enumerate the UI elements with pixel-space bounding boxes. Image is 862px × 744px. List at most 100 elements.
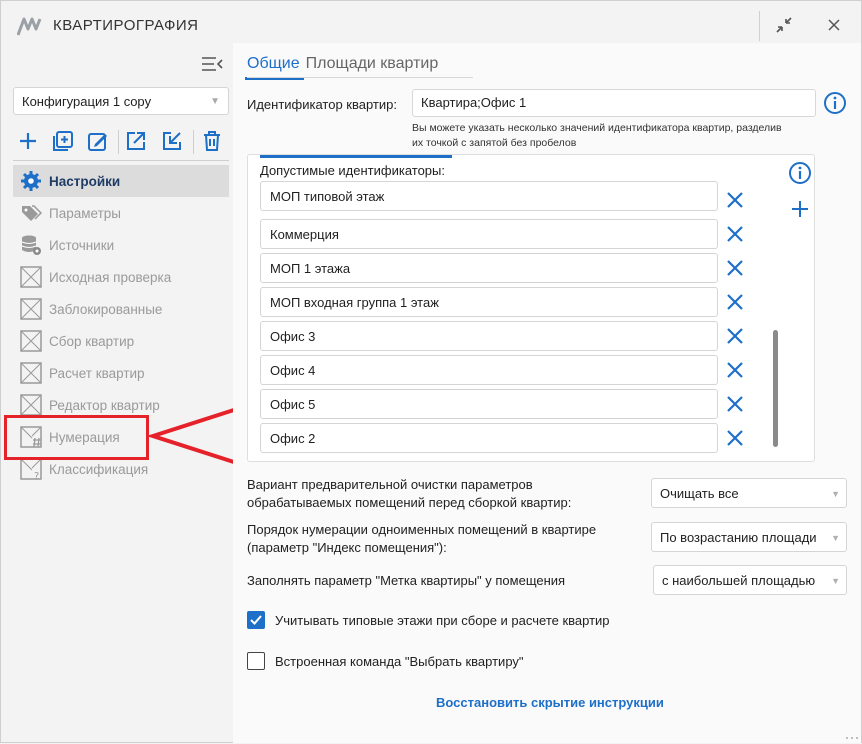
- delete-x-icon[interactable]: [725, 292, 745, 312]
- app-window: КВАРТИРОГРАФИЯ Конфигурация 1 copy ▼ Нас…: [0, 0, 862, 743]
- gear-icon: [19, 169, 43, 193]
- edit-icon[interactable]: [85, 128, 111, 154]
- sidebar-item-blocked[interactable]: Заблокированные: [13, 293, 229, 325]
- resize-grip-icon[interactable]: [845, 735, 859, 741]
- numbering-label: Порядок нумерации одноименных помещений …: [247, 521, 596, 557]
- app-title: КВАРТИРОГРАФИЯ: [53, 17, 199, 34]
- sidebar-item-settings[interactable]: Настройки: [13, 165, 229, 197]
- checkmark-icon: [250, 615, 262, 625]
- highlight-box: [4, 415, 149, 460]
- sidebar-item-gather[interactable]: Сбор квартир: [13, 325, 229, 357]
- sidebar: Конфигурация 1 copy ▼ Настройки Параметр…: [1, 49, 233, 744]
- numbering-select-value: По возрастанию площади: [660, 530, 817, 545]
- allowed-id-field[interactable]: МОП 1 этажа: [260, 253, 718, 283]
- mark-select-value: с наибольшей площадью: [662, 573, 816, 588]
- svg-text:?: ?: [34, 471, 39, 480]
- sidebar-item-label: Исходная проверка: [49, 269, 172, 285]
- list-item: Офис 4: [260, 355, 743, 385]
- numbering-select[interactable]: По возрастанию площади ▼: [651, 522, 847, 552]
- nav-separator: [13, 160, 229, 161]
- delete-x-icon[interactable]: [725, 394, 745, 414]
- sidebar-item-label: Источники: [49, 237, 115, 253]
- allowed-id-field[interactable]: Офис 2: [260, 423, 718, 453]
- sidebar-item-initial-check[interactable]: Исходная проверка: [13, 261, 229, 293]
- delete-icon[interactable]: [199, 128, 225, 154]
- sidebar-item-calc[interactable]: Расчет квартир: [13, 357, 229, 389]
- delete-x-icon[interactable]: [725, 326, 745, 346]
- chevron-down-icon: ▼: [831, 533, 840, 543]
- config-select[interactable]: Конфигурация 1 copy ▼: [13, 87, 229, 115]
- identifier-hint: Вы можете указать несколько значений иде…: [412, 121, 782, 151]
- mark-select[interactable]: с наибольшей площадью ▼: [653, 565, 847, 595]
- list-item: Коммерция: [260, 219, 743, 249]
- delete-x-icon[interactable]: [725, 224, 745, 244]
- cleanup-label-line1: Вариант предварительной очистки параметр…: [247, 477, 533, 492]
- question-square-icon: ?: [19, 457, 43, 481]
- sidebar-item-sources[interactable]: Источники: [13, 229, 229, 261]
- cleanup-select-value: Очищать все: [660, 486, 739, 501]
- allowed-id-field[interactable]: Офис 3: [260, 321, 718, 351]
- typical-floors-label: Учитывать типовые этажи при сборе и расч…: [275, 613, 610, 628]
- info-icon[interactable]: [788, 161, 812, 185]
- cleanup-select[interactable]: Очищать все ▼: [651, 478, 847, 508]
- database-icon: [19, 233, 43, 257]
- numbering-label-line2: (параметр "Индекс помещения"):: [247, 540, 447, 555]
- sidebar-item-label: Классификация: [49, 461, 149, 477]
- panel-accent: [260, 155, 452, 158]
- config-select-value: Конфигурация 1 copy: [22, 94, 152, 109]
- add-copy-icon[interactable]: [50, 128, 76, 154]
- delete-x-icon[interactable]: [725, 360, 745, 380]
- identifier-label: Идентификатор квартир:: [247, 97, 397, 112]
- chevron-down-icon: ▼: [831, 489, 840, 499]
- allowed-id-field[interactable]: Офис 4: [260, 355, 718, 385]
- allowed-id-field[interactable]: Коммерция: [260, 219, 718, 249]
- chevron-down-icon: ▼: [831, 576, 840, 586]
- allowed-id-field[interactable]: МОП входная группа 1 этаж: [260, 287, 718, 317]
- numbering-label-line1: Порядок нумерации одноименных помещений …: [247, 522, 597, 537]
- sidebar-item-label: Заблокированные: [49, 301, 163, 317]
- identifier-field[interactable]: Квартира;Офис 1: [412, 89, 816, 117]
- info-icon[interactable]: [823, 91, 847, 115]
- cleanup-label-line2: обрабатываемых помещений перед сборкой к…: [247, 495, 572, 510]
- minimize-arrows-icon[interactable]: [772, 13, 796, 37]
- toolbar-separator: [118, 130, 119, 154]
- builtin-command-label: Встроенная команда "Выбрать квартиру": [275, 654, 524, 669]
- check-square-icon: [19, 265, 43, 289]
- mark-label: Заполнять параметр "Метка квартиры" у по…: [247, 573, 566, 588]
- allowed-ids-panel: Допустимые идентификаторы: МОП типовой э…: [247, 154, 815, 462]
- close-icon[interactable]: [822, 13, 846, 37]
- sidebar-item-label: Расчет квартир: [49, 365, 145, 381]
- delete-x-icon[interactable]: [725, 258, 745, 278]
- list-item: МОП входная группа 1 этаж: [260, 287, 743, 317]
- title-separator: [759, 11, 760, 41]
- collapse-menu-icon[interactable]: [200, 54, 224, 74]
- typical-floors-checkbox[interactable]: [247, 611, 265, 629]
- add-icon[interactable]: [790, 199, 810, 219]
- list-item: Офис 3: [260, 321, 743, 351]
- add-icon[interactable]: [15, 128, 41, 154]
- scrollbar-thumb[interactable]: [773, 330, 778, 447]
- main-content: Общие Площади квартир Идентификатор квар…: [233, 43, 861, 743]
- delete-x-icon[interactable]: [725, 190, 745, 210]
- list-item: МОП 1 этажа: [260, 253, 743, 283]
- calc-square-icon: [19, 361, 43, 385]
- edit-square-icon: [19, 393, 43, 417]
- sidebar-item-label: Сбор квартир: [49, 333, 135, 349]
- list-item: МОП типовой этаж: [260, 181, 743, 215]
- allowed-id-field[interactable]: МОП типовой этаж: [260, 181, 718, 211]
- chevron-down-icon: ▼: [210, 96, 220, 107]
- cleanup-label: Вариант предварительной очистки параметр…: [247, 476, 571, 512]
- config-toolbar: [15, 128, 229, 156]
- allowed-id-field[interactable]: Офис 5: [260, 389, 718, 419]
- sidebar-item-parameters[interactable]: Параметры: [13, 197, 229, 229]
- toolbar-separator: [193, 130, 194, 154]
- delete-x-icon[interactable]: [725, 428, 745, 448]
- import-icon[interactable]: [159, 128, 185, 154]
- tab-underline: [247, 77, 473, 78]
- list-item: Офис 5: [260, 389, 743, 419]
- export-icon[interactable]: [123, 128, 149, 154]
- restore-instructions-link[interactable]: Восстановить скрытие инструкции: [436, 695, 664, 710]
- lock-square-icon: [19, 297, 43, 321]
- list-item: Офис 2: [260, 423, 743, 453]
- builtin-command-checkbox[interactable]: [247, 652, 265, 670]
